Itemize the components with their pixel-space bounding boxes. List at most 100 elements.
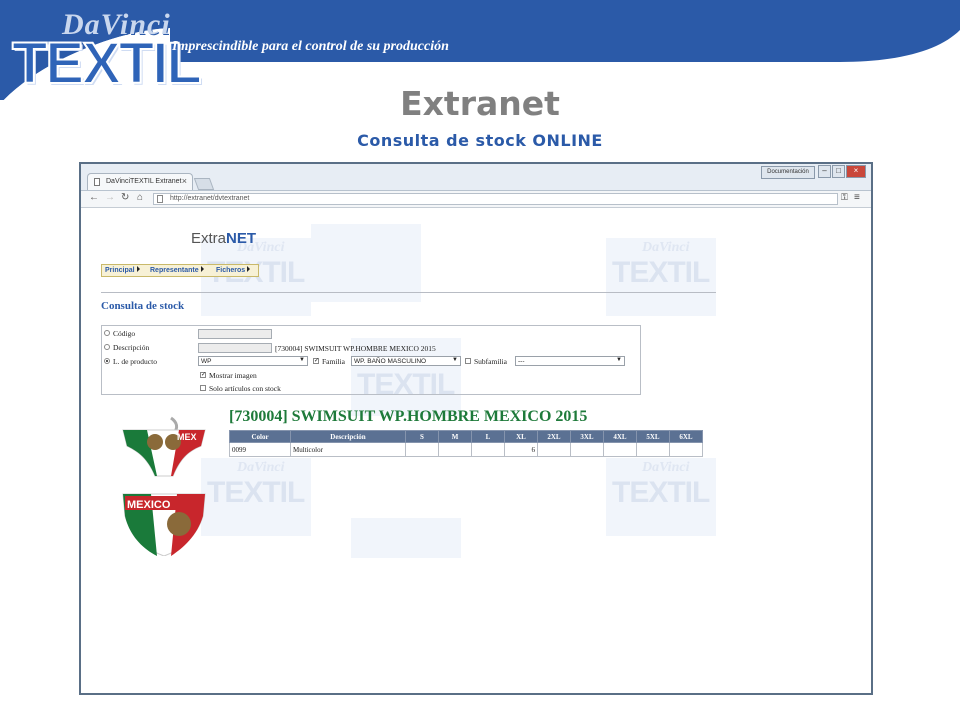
column-header[interactable]: 3XL (570, 430, 604, 443)
chevron-down-icon: ▼ (299, 357, 305, 363)
maximize-icon[interactable]: □ (832, 165, 845, 178)
address-bar[interactable]: http://extranet/dvtextranet (153, 193, 838, 205)
watermark-textil: TEXTIL (207, 476, 305, 509)
linea-label: L. de producto (113, 357, 157, 366)
watermark: DaVinci TEXTIL (201, 458, 311, 536)
key-icon[interactable]: ⚿ (841, 192, 848, 203)
column-header[interactable]: 4XL (603, 430, 637, 443)
subfamilia-label: Subfamilia (474, 357, 507, 366)
table-cell: 6 (504, 442, 538, 457)
familia-select[interactable]: WP. BAÑO MASCULINO ▼ (351, 356, 461, 366)
descripcion-radio[interactable] (104, 344, 110, 350)
subfamilia-select-value: --- (518, 358, 525, 365)
familia-checkbox[interactable]: ✓ (313, 358, 319, 364)
product-image: MEX MEXICO (122, 416, 206, 556)
menu-label: Representante (150, 267, 199, 274)
column-header[interactable]: 6XL (669, 430, 703, 443)
column-header[interactable]: S (405, 430, 439, 443)
column-header[interactable]: M (438, 430, 472, 443)
subfamilia-select[interactable]: --- ▼ (515, 356, 625, 366)
column-header[interactable]: Descripción (290, 430, 406, 443)
divider (101, 292, 716, 293)
codigo-radio[interactable] (104, 330, 110, 336)
watermark: DaVinci TEXTIL (606, 458, 716, 536)
column-header[interactable]: Color (229, 430, 291, 443)
table-cell (603, 442, 637, 457)
product-title: [730004] SWIMSUIT WP.HOMBRE MEXICO 2015 (229, 408, 588, 425)
table-cell (471, 442, 505, 457)
familia-select-value: WP. BAÑO MASCULINO (354, 358, 427, 365)
table-header-row: Color Descripción S M L XL 2XL 3XL 4XL 5… (229, 430, 703, 443)
descripcion-input[interactable] (198, 343, 272, 353)
menu-item-ficheros[interactable]: Ficheros (216, 266, 251, 274)
main-menu: Principal Representante Ficheros (101, 264, 259, 277)
search-form: Código Descripción [730004] SWIMSUIT WP.… (101, 325, 641, 395)
watermark-davinci: DaVinci (642, 460, 690, 475)
mostrar-imagen-checkbox[interactable]: ✓ (200, 372, 206, 378)
menu-icon[interactable]: ≡ (854, 192, 860, 203)
submenu-arrow-icon (136, 266, 140, 272)
descripcion-value: [730004] SWIMSUIT WP.HOMBRE MEXICO 2015 (275, 344, 436, 353)
chevron-down-icon: ▼ (616, 357, 622, 363)
watermark-davinci: DaVinci (642, 240, 690, 255)
familia-label: Familia (322, 357, 345, 366)
tab-title: DaVinciTEXTIL Extranet (106, 178, 182, 185)
column-header[interactable]: 5XL (636, 430, 670, 443)
url-text: http://extranet/dvtextranet (170, 195, 250, 202)
browser-tab[interactable]: DaVinciTEXTIL Extranet × (87, 173, 193, 190)
menu-item-principal[interactable]: Principal (105, 266, 140, 274)
table-cell (438, 442, 472, 457)
logo-prefix: Extra (191, 230, 227, 247)
column-header[interactable]: XL (504, 430, 538, 443)
watermark (351, 518, 461, 558)
solo-stock-checkbox[interactable] (200, 385, 206, 391)
reload-icon[interactable]: ↻ (121, 192, 129, 203)
table-cell (537, 442, 571, 457)
home-icon[interactable]: ⌂ (137, 192, 143, 203)
linea-select-value: WP (201, 358, 212, 365)
subfamilia-checkbox[interactable] (465, 358, 471, 364)
codigo-input[interactable] (198, 329, 272, 339)
browser-window: DaVinciTEXTIL Extranet × Documentación –… (79, 162, 873, 695)
submenu-arrow-icon (200, 266, 204, 272)
image-text-top: MEX (177, 432, 197, 442)
page-content: DaVinci TEXTIL DaVinci TEXTIL TEXTIL DaV… (81, 208, 871, 693)
watermark: DaVinci TEXTIL (606, 238, 716, 316)
column-header[interactable]: 2XL (537, 430, 571, 443)
descripcion-label: Descripción (113, 343, 150, 352)
close-window-icon[interactable]: × (846, 165, 866, 178)
section-title: Consulta de stock (101, 300, 185, 312)
documentation-button[interactable]: Documentación (761, 166, 815, 179)
codigo-label: Código (113, 329, 136, 338)
table-cell (405, 442, 439, 457)
close-tab-icon[interactable]: × (182, 176, 187, 186)
forward-icon[interactable]: → (105, 192, 115, 203)
page-icon (94, 178, 100, 186)
watermark: DaVinci TEXTIL (201, 238, 311, 316)
page-icon (157, 195, 163, 203)
solo-stock-label: Solo artículos con stock (209, 384, 281, 393)
menu-item-representante[interactable]: Representante (150, 266, 204, 274)
mostrar-imagen-label: Mostrar imagen (209, 371, 257, 380)
linea-radio[interactable] (104, 358, 110, 364)
menu-label: Principal (105, 267, 135, 274)
stock-table: Color Descripción S M L XL 2XL 3XL 4XL 5… (229, 430, 703, 457)
browser-tabstrip: DaVinciTEXTIL Extranet × Documentación –… (81, 164, 871, 191)
slide-subtitle: Consulta de stock ONLINE (357, 131, 603, 150)
column-header[interactable]: L (471, 430, 505, 443)
table-cell (636, 442, 670, 457)
table-row[interactable]: 0099 Multicolor 6 (229, 442, 703, 457)
chevron-down-icon: ▼ (452, 357, 458, 363)
new-tab-button[interactable] (193, 178, 215, 190)
submenu-arrow-icon (247, 266, 251, 272)
back-icon[interactable]: ← (89, 192, 99, 203)
watermark (311, 224, 421, 302)
menu-label: Ficheros (216, 267, 246, 274)
table-cell (669, 442, 703, 457)
image-text-bottom: MEXICO (127, 499, 171, 511)
browser-toolbar: ← → ↻ ⌂ http://extranet/dvtextranet ⚿ ≡ (81, 191, 871, 208)
linea-select[interactable]: WP ▼ (198, 356, 308, 366)
table-cell (570, 442, 604, 457)
minimize-icon[interactable]: – (818, 165, 831, 178)
table-cell: Multicolor (290, 442, 406, 457)
